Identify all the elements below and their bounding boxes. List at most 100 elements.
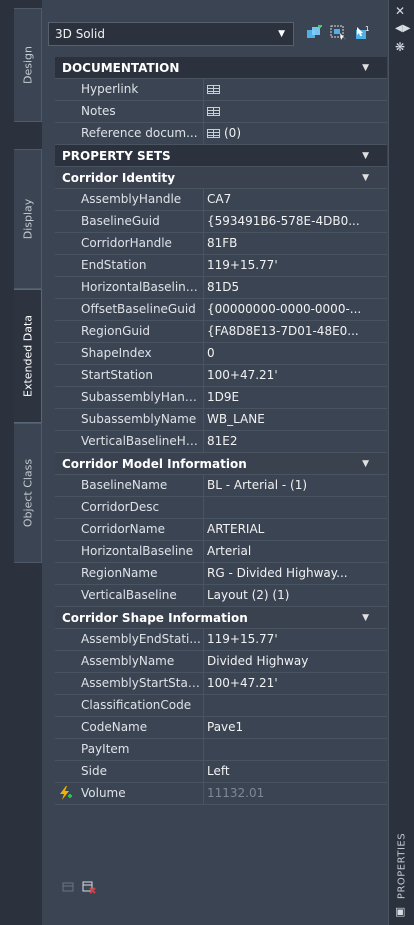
property-row[interactable]: ClassificationCode	[55, 695, 387, 717]
property-value[interactable]: CA7	[204, 189, 387, 210]
property-row[interactable]: BaselineGuid {593491B6-578E-4DB0...	[55, 211, 387, 233]
property-row[interactable]: AssemblyStartStati... 100+47.21'	[55, 673, 387, 695]
close-icon[interactable]: ✕	[395, 4, 405, 18]
property-name: ShapeIndex	[74, 343, 204, 364]
toggle-pickadd-icon[interactable]: 1	[354, 25, 372, 41]
property-value: 11132.01	[207, 786, 265, 800]
property-row[interactable]: CorridorName ARTERIAL	[55, 519, 387, 541]
property-row[interactable]: EndStation 119+15.77'	[55, 255, 387, 277]
group-corridor-model-information[interactable]: Corridor Model Information ▼	[55, 453, 387, 475]
property-row[interactable]: RegionGuid {FA8D8E13-7D01-48E0...	[55, 321, 387, 343]
property-value[interactable]: 119+15.77'	[204, 255, 387, 276]
table-icon[interactable]	[207, 129, 220, 138]
add-property-set-icon[interactable]	[62, 880, 76, 894]
property-name: PayItem	[74, 739, 204, 760]
property-row[interactable]: AssemblyHandle CA7	[55, 189, 387, 211]
table-icon[interactable]	[207, 85, 220, 94]
tab-display[interactable]: Display	[14, 149, 42, 289]
property-value[interactable]: Pave1	[204, 717, 387, 738]
svg-text:1: 1	[365, 25, 369, 33]
property-value[interactable]: ARTERIAL	[204, 519, 387, 540]
remove-property-set-icon[interactable]	[82, 880, 96, 894]
property-row[interactable]: CorridorDesc	[55, 497, 387, 519]
property-value[interactable]: WB_LANE	[204, 409, 387, 430]
property-value[interactable]: 0	[204, 343, 387, 364]
vertical-tab-strip: Design Display Extended Data Object Clas…	[14, 0, 42, 925]
category-documentation[interactable]: DOCUMENTATION ▼	[55, 57, 387, 79]
property-value[interactable]: {593491B6-578E-4DB0...	[204, 211, 387, 232]
property-value[interactable]	[204, 739, 387, 760]
group-corridor-shape-information[interactable]: Corridor Shape Information ▼	[55, 607, 387, 629]
property-name: OffsetBaselineGuid	[74, 299, 204, 320]
property-row[interactable]: VerticalBaselineHa... 81E2	[55, 431, 387, 453]
property-row[interactable]: AssemblyEndStati... 119+15.77'	[55, 629, 387, 651]
quick-select-icon[interactable]	[306, 25, 324, 41]
property-name: CodeName	[74, 717, 204, 738]
property-value[interactable]	[204, 497, 387, 518]
property-value[interactable]: (0)	[204, 123, 387, 144]
property-name: Volume	[74, 783, 204, 804]
tab-object-class-label: Object Class	[21, 458, 34, 528]
property-row[interactable]: SubassemblyName WB_LANE	[55, 409, 387, 431]
property-row[interactable]: HorizontalBaseline... 81D5	[55, 277, 387, 299]
property-value[interactable]: Divided Highway	[204, 651, 387, 672]
select-objects-icon[interactable]	[330, 25, 348, 41]
group-corridor-identity[interactable]: Corridor Identity ▼	[55, 167, 387, 189]
collapse-caret-icon[interactable]: ▼	[362, 57, 369, 79]
property-row[interactable]: ShapeIndex 0	[55, 343, 387, 365]
property-value[interactable]: {FA8D8E13-7D01-48E0...	[204, 321, 387, 342]
tab-extended-data[interactable]: Extended Data	[14, 289, 42, 423]
palette-title-bar: ✕ ◀▶ ❋ PROPERTIES ▣	[388, 0, 414, 925]
object-type-dropdown[interactable]: 3D Solid ▼	[48, 22, 294, 46]
property-row[interactable]: SubassemblyHandle 1D9E	[55, 387, 387, 409]
property-row[interactable]: RegionName RG - Divided Highway...	[55, 563, 387, 585]
collapse-caret-icon[interactable]: ▼	[362, 167, 369, 189]
collapse-caret-icon[interactable]: ▼	[362, 607, 369, 629]
property-value[interactable]: Arterial	[204, 541, 387, 562]
property-value[interactable]: 81E2	[204, 431, 387, 452]
property-value[interactable]: 1D9E	[204, 387, 387, 408]
property-value[interactable]: 119+15.77'	[204, 629, 387, 650]
property-name: EndStation	[74, 255, 204, 276]
category-property-sets[interactable]: PROPERTY SETS ▼	[55, 145, 387, 167]
property-value[interactable]: 100+47.21'	[204, 673, 387, 694]
property-value[interactable]	[204, 101, 387, 122]
property-value[interactable]	[204, 695, 387, 716]
property-row-volume[interactable]: Volume 11132.01	[55, 783, 387, 805]
property-row[interactable]: Side Left	[55, 761, 387, 783]
property-row[interactable]: Hyperlink	[55, 79, 387, 101]
tab-object-class[interactable]: Object Class	[14, 423, 42, 563]
property-value[interactable]: RG - Divided Highway...	[204, 563, 387, 584]
collapse-caret-icon[interactable]: ▼	[362, 145, 369, 167]
property-value[interactable]: 81D5	[204, 277, 387, 298]
property-value[interactable]: Layout (2) (1)	[204, 585, 387, 606]
property-value[interactable]: 100+47.21'	[204, 365, 387, 386]
property-name: HorizontalBaseline...	[74, 277, 204, 298]
property-value[interactable]: 81FB	[204, 233, 387, 254]
settings-icon[interactable]: ❋	[395, 40, 405, 54]
palette-properties-icon: ▣	[395, 905, 406, 918]
property-row[interactable]: CodeName Pave1	[55, 717, 387, 739]
property-name: HorizontalBaseline	[74, 541, 204, 562]
property-row[interactable]: Notes	[55, 101, 387, 123]
property-value[interactable]: Left	[204, 761, 387, 782]
property-row[interactable]: PayItem	[55, 739, 387, 761]
property-row[interactable]: BaselineName BL - Arterial - (1)	[55, 475, 387, 497]
property-row[interactable]: Reference docum... (0)	[55, 123, 387, 145]
property-row[interactable]: AssemblyName Divided Highway	[55, 651, 387, 673]
tab-design[interactable]: Design	[14, 8, 42, 122]
property-row[interactable]: StartStation 100+47.21'	[55, 365, 387, 387]
property-name: VerticalBaselineHa...	[74, 431, 204, 452]
table-icon[interactable]	[207, 107, 220, 116]
property-value[interactable]: {00000000-0000-0000-...	[204, 299, 387, 320]
property-row[interactable]: VerticalBaseline Layout (2) (1)	[55, 585, 387, 607]
property-name: VerticalBaseline	[74, 585, 204, 606]
property-row[interactable]: HorizontalBaseline Arterial	[55, 541, 387, 563]
property-value[interactable]: BL - Arterial - (1)	[204, 475, 387, 496]
collapse-caret-icon[interactable]: ▼	[362, 453, 369, 475]
auto-hide-icon[interactable]: ◀▶	[395, 22, 410, 36]
palette-title: PROPERTIES	[396, 832, 408, 900]
property-row[interactable]: CorridorHandle 81FB	[55, 233, 387, 255]
property-row[interactable]: OffsetBaselineGuid {00000000-0000-0000-..…	[55, 299, 387, 321]
property-value[interactable]	[204, 79, 387, 100]
